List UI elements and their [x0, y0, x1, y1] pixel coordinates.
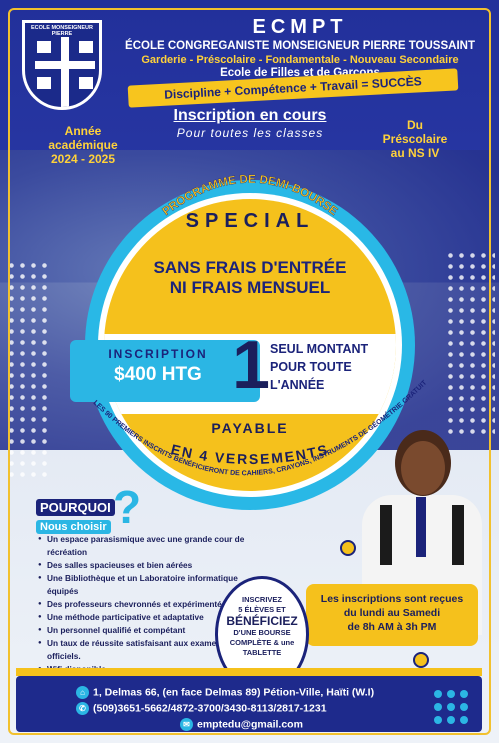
logo-cross-vertical: [61, 37, 69, 107]
promo-line: INSCRIVEZ 5 ÉLÈVES ET: [218, 595, 306, 615]
phone-icon: ✆: [76, 702, 89, 715]
email-text: emptedu@gmail.com: [197, 718, 303, 731]
list-item: Une Bibliothèque et un Laboratoire infor…: [38, 572, 248, 598]
address-row: ⌂ 1, Delmas 66, (en face Delmas 89) Pétio…: [76, 686, 374, 699]
student-face: [401, 441, 445, 495]
email-icon: ✉: [180, 718, 193, 731]
single-amount-line: SEUL MONTANT: [270, 342, 369, 356]
logo-quadrant-icon: [37, 41, 51, 53]
dots-grid-icon: [434, 690, 468, 724]
no-fees-line: NI FRAIS MENSUEL: [169, 278, 331, 297]
range-line: Du: [407, 118, 423, 132]
why-choose-us: POURQUOI Nous choisir: [36, 499, 115, 535]
location-pin-icon: ⌂: [76, 686, 89, 699]
promo-line: COMPLÈTE & une: [229, 638, 295, 647]
year-line: académique: [48, 138, 118, 152]
no-fees-line: SANS FRAIS D'ENTRÉE: [153, 258, 347, 277]
promo-line: D'UNE BOURSE: [233, 628, 291, 637]
registration-hours: Les inscriptions sont reçues du lundi au…: [306, 584, 478, 646]
list-item: Un espace parasismique avec une grande c…: [38, 533, 248, 559]
promo-line: BÉNÉFICIEZ: [226, 614, 298, 628]
inscription-subtitle: Pour toutes les classes: [176, 126, 324, 140]
hours-line: du lundi au Samedi: [343, 607, 441, 619]
student-tie: [416, 497, 426, 557]
range-line: Préscolaire: [382, 132, 448, 146]
phone-row: ✆ (509)3651-5662/4872-3700/3430-8113/2817…: [76, 702, 327, 715]
year-line: Année: [64, 124, 102, 138]
flyer: ECOLE MONSEIGNEUR PIERRE ECMPT ÉCOLE CON…: [0, 0, 499, 743]
logo-quadrant-icon: [37, 77, 51, 89]
school-logo: ECOLE MONSEIGNEUR PIERRE: [22, 20, 102, 110]
logo-quadrant-icon: [79, 41, 93, 53]
range-line: au NS IV: [390, 146, 440, 160]
inscription-title: Inscription en cours: [173, 107, 327, 124]
footer-accent-bar: [16, 668, 482, 676]
question-mark-icon: ?: [113, 481, 142, 533]
why-subtitle: Nous choisir: [36, 520, 111, 534]
list-item: Des professeurs chevronnés et expériment…: [38, 598, 248, 611]
logo-cross-horizontal: [35, 61, 95, 69]
backpack-strap: [452, 505, 464, 565]
hours-line: Les inscriptions sont reçues: [320, 593, 464, 605]
promo-text: INSCRIVEZ: [241, 595, 282, 604]
no-fees-text: SANS FRAIS D'ENTRÉE NI FRAIS MENSUEL: [120, 258, 380, 298]
class-range: Du Préscolaire au NS IV: [360, 118, 470, 160]
school-levels: Garderie - Préscolaire - Fondamentale - …: [141, 54, 459, 66]
list-item: Des salles spacieuses et bien aérées: [38, 559, 248, 572]
benefits-list: Un espace parasismique avec une grande c…: [38, 533, 248, 676]
email-row: ✉ emptedu@gmail.com: [180, 718, 303, 731]
inscription-price-label: INSCRIPTION: [108, 347, 208, 361]
decor-dot: [413, 652, 429, 668]
phone-text: (509)3651-5662/4872-3700/3430-8113/2817-…: [93, 702, 327, 715]
school-name: ÉCOLE CONGREGANISTE MONSEIGNEUR PIERRE T…: [125, 40, 475, 52]
logo-ring-text: ECOLE MONSEIGNEUR PIERRE: [30, 25, 94, 37]
promo-line: TABLETTE: [242, 648, 282, 657]
backpack-strap: [380, 505, 392, 565]
decor-dot: [340, 540, 356, 556]
school-acronym: ECMPT: [252, 16, 348, 38]
logo-quadrant-icon: [79, 77, 93, 89]
why-title: POURQUOI: [36, 499, 115, 516]
address-text: 1, Delmas 66, (en face Delmas 89) Pétion…: [93, 686, 375, 699]
hours-line: de 8h AM à 3h PM: [347, 621, 437, 633]
special-label: SPECIAL: [185, 210, 315, 232]
